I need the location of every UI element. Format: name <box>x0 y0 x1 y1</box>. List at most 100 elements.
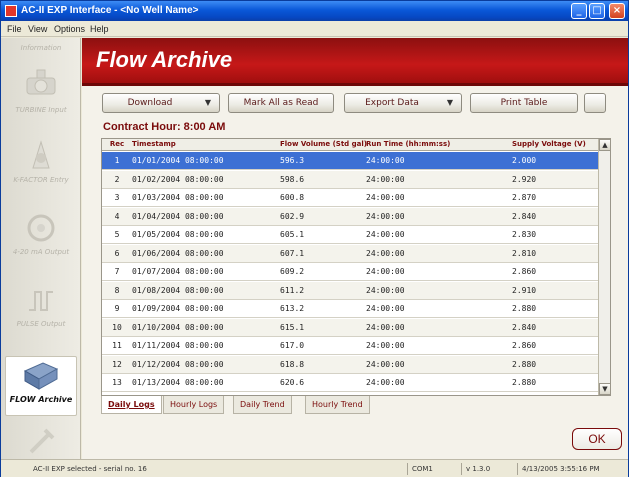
page-title: Flow Archive <box>96 47 233 72</box>
column-header-rec[interactable]: Rec <box>106 140 128 148</box>
column-header-flow-volume[interactable]: Flow Volume (Std gal) <box>280 140 367 148</box>
cell-supply-voltage: 2.920 <box>512 174 537 184</box>
cell-timestamp: 01/10/2004 08:00:00 <box>132 322 224 332</box>
cell-rec: 11 <box>112 341 122 350</box>
table-row[interactable]: 13 01/13/2004 08:00:00 620.6 24:00:00 2.880 <box>102 374 598 392</box>
sidebar-item-label: FLOW Archive <box>9 395 73 404</box>
cell-timestamp: 01/06/2004 08:00:00 <box>132 248 224 258</box>
sidebar: Information TURBINE Input K-FACTOR Entry… <box>1 38 81 459</box>
turbine-icon <box>26 69 56 95</box>
flow-archive-icon <box>23 362 59 390</box>
sidebar-item-label: K-FACTOR Entry <box>13 176 69 184</box>
cell-flow-volume: 607.1 <box>280 248 305 258</box>
cell-run-time: 24:00:00 <box>366 322 405 332</box>
scroll-up-button[interactable]: ▲ <box>599 139 611 151</box>
flow-archive-table[interactable]: Rec Timestamp Flow Volume (Std gal) Run … <box>101 138 611 396</box>
table-row[interactable]: 3 01/03/2004 08:00:00 600.8 24:00:00 2.870 <box>102 189 598 207</box>
sidebar-item-label: PULSE Output <box>16 320 66 328</box>
cell-run-time: 24:00:00 <box>366 156 405 165</box>
menu-help[interactable]: Help <box>90 24 109 34</box>
mark-all-read-label: Mark All as Read <box>243 98 319 108</box>
tab-daily-logs[interactable]: Daily Logs <box>101 396 162 414</box>
sidebar-item-flow-archive[interactable]: FLOW Archive <box>5 356 77 416</box>
scroll-down-button[interactable]: ▼ <box>599 383 611 395</box>
table-row[interactable]: 2 01/02/2004 08:00:00 598.6 24:00:00 2.920 <box>102 170 598 189</box>
sidebar-item-label: 4-20 mA Output <box>12 248 70 256</box>
download-label: Download <box>127 98 173 108</box>
cell-run-time: 24:00:00 <box>366 359 405 369</box>
column-header-supply-voltage[interactable]: Supply Voltage (V) <box>512 140 586 148</box>
menu-options[interactable]: Options <box>54 24 85 34</box>
sidebar-item-4-20ma-output[interactable]: 4-20 mA Output <box>5 210 77 256</box>
cell-run-time: 24:00:00 <box>366 378 405 387</box>
cell-supply-voltage: 2.910 <box>512 285 537 295</box>
tab-hourly-trend[interactable]: Hourly Trend <box>305 396 370 414</box>
print-table-button[interactable]: Print Table <box>470 93 578 113</box>
menu-file[interactable]: File <box>7 24 22 34</box>
table-row[interactable]: 11 01/11/2004 08:00:00 617.0 24:00:00 2.860 <box>102 337 598 355</box>
cell-flow-volume: 615.1 <box>280 322 305 332</box>
cell-timestamp: 01/07/2004 08:00:00 <box>132 267 224 276</box>
column-header-run-time[interactable]: Run Time (hh:mm:ss) <box>366 140 450 148</box>
cell-rec: 7 <box>114 267 120 276</box>
pulse-output-icon <box>29 291 53 311</box>
cell-rec: 6 <box>114 248 120 258</box>
app-window: AC-II EXP Interface - <No Well Name> _ □… <box>0 0 629 477</box>
cell-supply-voltage: 2.000 <box>512 156 537 165</box>
cell-flow-volume: 613.2 <box>280 304 305 313</box>
cell-flow-volume: 598.6 <box>280 174 305 184</box>
export-data-label: Export Data <box>365 98 419 108</box>
cell-timestamp: 01/09/2004 08:00:00 <box>132 304 224 313</box>
table-row[interactable]: 7 01/07/2004 08:00:00 609.2 24:00:00 2.860 <box>102 263 598 281</box>
cell-rec: 9 <box>114 304 120 313</box>
cell-run-time: 24:00:00 <box>366 285 405 295</box>
menu-view[interactable]: View <box>28 24 47 34</box>
table-row[interactable]: 5 01/05/2004 08:00:00 605.1 24:00:00 2.830 <box>102 226 598 244</box>
sidebar-item-tools[interactable] <box>5 422 77 458</box>
cell-supply-voltage: 2.880 <box>512 378 537 387</box>
minimize-button[interactable]: _ <box>571 3 587 19</box>
log-tabs: Daily Logs Hourly Logs Daily Trend Hourl… <box>101 396 611 416</box>
cell-flow-volume: 620.6 <box>280 378 305 387</box>
cell-timestamp: 01/04/2004 08:00:00 <box>132 211 224 221</box>
tools-icon <box>29 428 55 454</box>
mark-all-read-button[interactable]: Mark All as Read <box>228 93 334 113</box>
table-row[interactable]: 8 01/08/2004 08:00:00 611.2 24:00:00 2.910 <box>102 281 598 300</box>
cell-flow-volume: 618.8 <box>280 359 305 369</box>
sidebar-item-label: Information <box>20 44 62 52</box>
cell-rec: 1 <box>114 156 120 165</box>
cell-rec: 3 <box>114 193 120 202</box>
print-table-label: Print Table <box>500 98 548 108</box>
cell-supply-voltage: 2.830 <box>512 230 537 239</box>
sidebar-item-information[interactable]: Information <box>5 42 77 52</box>
cell-rec: 10 <box>112 322 122 332</box>
close-button[interactable]: × <box>609 3 625 19</box>
sidebar-item-kfactor-entry[interactable]: K-FACTOR Entry <box>5 138 77 184</box>
table-scrollbar[interactable]: ▲ ▼ <box>598 139 611 395</box>
title-bar[interactable]: AC-II EXP Interface - <No Well Name> _ □… <box>1 1 628 21</box>
cell-timestamp: 01/02/2004 08:00:00 <box>132 174 224 184</box>
ok-button[interactable]: OK <box>572 428 622 450</box>
table-row[interactable]: 4 01/04/2004 08:00:00 602.9 24:00:00 2.840 <box>102 207 598 226</box>
table-row[interactable]: 10 01/10/2004 08:00:00 615.1 24:00:00 2.840 <box>102 318 598 337</box>
cell-run-time: 24:00:00 <box>366 304 405 313</box>
download-button[interactable]: Download ▼ <box>102 93 220 113</box>
cell-rec: 12 <box>112 359 122 369</box>
tab-hourly-logs[interactable]: Hourly Logs <box>163 396 225 414</box>
sidebar-item-turbine-input[interactable]: TURBINE Input <box>5 68 77 114</box>
table-row[interactable]: 12 01/12/2004 08:00:00 618.8 24:00:00 2.880 <box>102 355 598 374</box>
extra-button[interactable] <box>584 93 606 113</box>
table-row[interactable]: 9 01/09/2004 08:00:00 613.2 24:00:00 2.880 <box>102 300 598 318</box>
cell-supply-voltage: 2.810 <box>512 248 537 258</box>
maximize-button[interactable]: □ <box>589 3 605 19</box>
cell-timestamp: 01/03/2004 08:00:00 <box>132 193 224 202</box>
cell-run-time: 24:00:00 <box>366 211 405 221</box>
column-header-timestamp[interactable]: Timestamp <box>132 140 176 148</box>
tab-daily-trend[interactable]: Daily Trend <box>233 396 292 414</box>
cell-flow-volume: 605.1 <box>280 230 305 239</box>
page-header: Flow Archive <box>82 38 628 86</box>
table-row[interactable]: 1 01/01/2004 08:00:00 596.3 24:00:00 2.000 <box>102 152 598 170</box>
table-row[interactable]: 6 01/06/2004 08:00:00 607.1 24:00:00 2.810 <box>102 244 598 263</box>
export-data-button[interactable]: Export Data ▼ <box>344 93 462 113</box>
sidebar-item-pulse-output[interactable]: PULSE Output <box>5 282 77 328</box>
